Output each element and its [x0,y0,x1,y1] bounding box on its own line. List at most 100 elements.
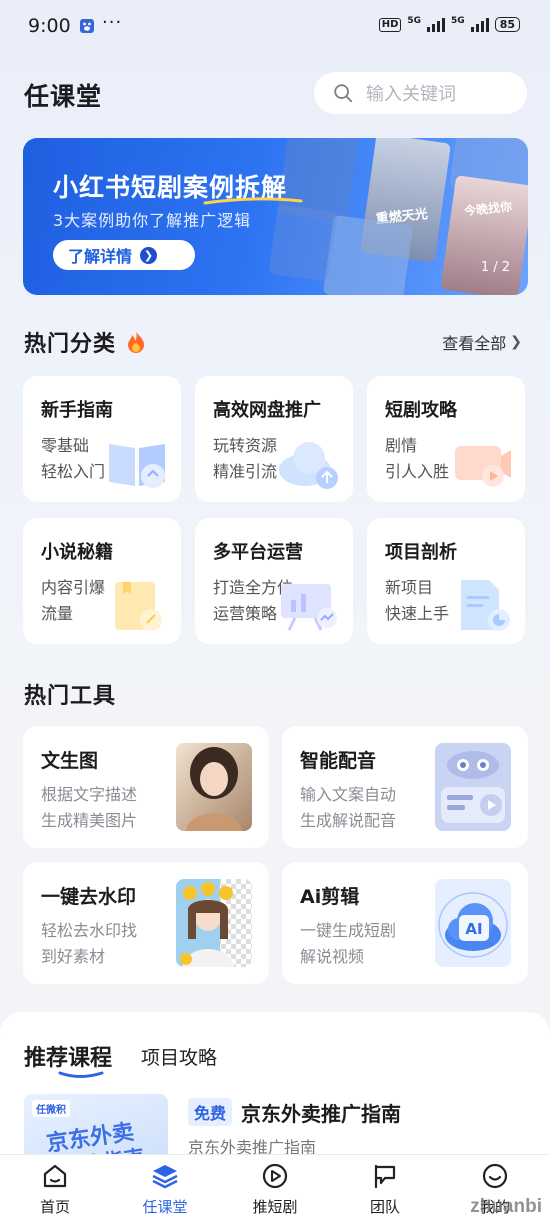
nav-label: 团队 [369,1198,400,1216]
learn-more-button[interactable]: 了解详情 ❯ [53,240,195,270]
network-type-2: 5G [451,16,465,26]
nav-label: 首页 [39,1198,70,1216]
poster-title: 今晚找你 [463,199,513,219]
home-icon [43,1164,67,1188]
see-all-link[interactable]: 查看全部 ❯ [442,330,522,354]
document-icon [461,580,510,631]
signal-icon-2 [470,17,489,32]
category-title: 高效网盘推广 [213,400,321,421]
poster-image [268,204,338,282]
notebook-icon [115,582,162,631]
hot-categories-label: 热门分类 [24,332,117,357]
category-title: 项目剖析 [385,542,457,563]
status-time: 9:00 [28,15,71,37]
signal-icon [427,17,446,32]
banner-pager: 1 / 2 [480,260,510,275]
category-line: 轻松入门 [41,462,106,481]
hot-categories-title: 热门分类 [24,326,147,358]
tool-title: Ai剪辑 [300,886,360,908]
tool-line: 解说视频 [300,947,365,966]
play-circle-icon [262,1163,288,1189]
layers-icon [152,1165,178,1189]
nav-classroom[interactable]: 任课堂 [110,1155,220,1222]
category-line: 内容引爆 [41,578,106,597]
see-all-label: 查看全部 [442,334,507,353]
banner-subtitle: 3大案例助你了解推广逻辑 [53,211,252,230]
ai-badge-text: AI [465,920,482,938]
nav-label: 推短剧 [252,1198,298,1216]
category-title: 新手指南 [41,400,113,421]
chevron-right-icon: ❯ [140,246,158,264]
category-title: 短剧攻略 [385,400,457,421]
network-type-1: 5G [407,16,422,26]
paw-icon [80,19,94,33]
tool-card-remove-watermark[interactable]: 一键去水印 轻松去水印找 到好素材 [23,862,269,984]
tool-line: 生成精美图片 [41,811,138,830]
poster-image: 今晚找你 [440,175,528,295]
battery-icon: 85 [494,17,520,32]
book-icon [109,444,165,488]
category-line: 运营策略 [213,604,278,623]
category-card-multi-platform[interactable]: 多平台运营 打造全方位 运营策略 [195,518,353,644]
tab-project-strategy[interactable]: 项目攻略 [141,1043,217,1070]
page-title: 任课堂 [24,82,103,111]
ai-cloud-image: AI [435,879,511,967]
category-line: 快速上手 [385,604,450,623]
tool-title: 智能配音 [300,750,377,772]
tool-card-ai-edit[interactable]: Ai剪辑 一键生成短剧 解说视频 AI [282,862,528,984]
watermark-text: zhuanbi [470,1196,542,1217]
portrait-image [176,743,252,831]
category-card-cloud-drive[interactable]: 高效网盘推广 玩转资源 精准引流 [195,376,353,502]
tool-card-smart-voiceover[interactable]: 智能配音 输入文案自动 生成解说配音 [282,726,528,848]
tool-line: 到好素材 [41,947,106,966]
sunflower-girl-image [176,879,252,967]
category-line: 零基础 [41,436,90,455]
recommend-panel: 推荐课程 项目攻略 任微积 京东外卖 推广指南 免费 京东外卖推广指南 京东外卖… [0,1012,550,1172]
tool-line: 一键生成短剧 [300,921,397,940]
tool-card-text-to-image[interactable]: 文生图 根据文字描述 生成精美图片 [23,726,269,848]
hd-badge: HD [378,17,402,32]
course-thumb-brand: 任微积 [32,1100,70,1117]
category-line: 剧情 [385,436,418,455]
search-input[interactable]: 输入关键词 [314,72,527,114]
status-indicators: HD 5G 5G 85 [378,16,520,32]
status-more-icon: ··· [102,12,123,33]
nav-team[interactable]: 团队 [330,1155,440,1222]
nav-label: 任课堂 [142,1198,188,1216]
category-card-novel[interactable]: 小说秘籍 内容引爆 流量 [23,518,181,644]
poster-image [322,214,414,295]
banner-underline-decoration [203,197,303,205]
category-card-short-drama[interactable]: 短剧攻略 剧情 引人入胜 [367,376,525,502]
category-title: 小说秘籍 [41,542,113,563]
category-line: 引人入胜 [385,462,450,481]
tool-line: 轻松去水印找 [41,921,138,940]
fire-icon [127,331,144,353]
tab-active-indicator [58,1071,104,1078]
category-line: 流量 [41,604,74,623]
category-line: 玩转资源 [213,436,278,455]
search-icon [334,84,353,103]
free-badge: 免费 [188,1098,233,1126]
status-bar: 9:00 ··· HD 5G 5G 85 [0,0,550,56]
tab-recommended-courses[interactable]: 推荐课程 [24,1040,112,1072]
category-card-project-analysis[interactable]: 项目剖析 新项目 快速上手 [367,518,525,644]
tool-title: 文生图 [41,750,99,772]
tool-line: 根据文字描述 [41,785,138,804]
hot-tools-title: 热门工具 [24,684,117,709]
search-placeholder: 输入关键词 [366,84,456,105]
learn-more-label: 了解详情 [68,247,133,266]
flag-icon [374,1164,396,1189]
category-line: 精准引流 [213,462,278,481]
course-title[interactable]: 京东外卖推广指南 [241,1098,401,1127]
tool-line: 输入文案自动 [300,785,397,804]
bottom-navigation: 首页 任课堂 推短剧 团队 我的 [0,1154,550,1222]
presentation-board-icon [281,584,337,631]
chevron-right-icon: ❯ [510,334,522,350]
voice-robot-image [435,743,511,831]
category-line: 新项目 [385,578,434,597]
promo-banner[interactable]: 重燃天光 今晚找你 小红书短剧案例拆解 3大案例助你了解推广逻辑 了解详情 ❯ … [23,138,528,295]
nav-short-drama[interactable]: 推短剧 [220,1155,330,1222]
video-camera-icon [455,446,511,487]
category-card-beginner[interactable]: 新手指南 零基础 轻松入门 [23,376,181,502]
nav-home[interactable]: 首页 [0,1155,110,1222]
